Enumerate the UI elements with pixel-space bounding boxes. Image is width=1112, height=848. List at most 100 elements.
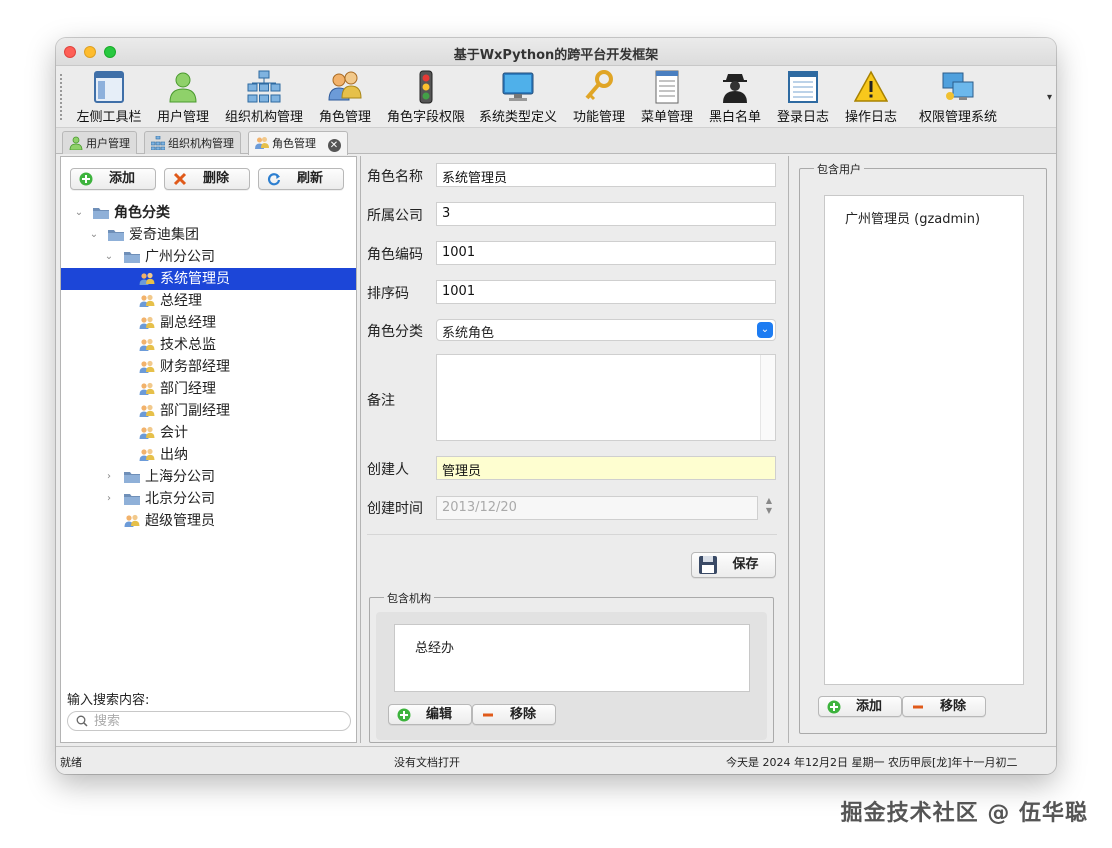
toolbar-overflow-icon[interactable]: ▾: [1047, 92, 1052, 103]
note-textarea[interactable]: [436, 354, 776, 441]
remove-org-button[interactable]: 移除: [472, 704, 556, 725]
sort-code-label: 排序码: [367, 286, 409, 302]
menu-icon: [655, 70, 679, 104]
tab-org-management[interactable]: 组织机构管理: [144, 131, 241, 154]
toolbar-grip[interactable]: [60, 74, 63, 120]
toolbar-user-management-button[interactable]: 用户管理: [152, 70, 214, 126]
log-icon: [788, 71, 818, 103]
add-user-button[interactable]: 添加: [818, 696, 902, 717]
toolbar-login-log-button[interactable]: 登录日志: [772, 70, 834, 126]
tree-node[interactable]: 出纳: [61, 444, 356, 466]
tab-user-management[interactable]: 用户管理: [62, 131, 137, 154]
creator-field[interactable]: 管理员: [436, 456, 776, 480]
edit-org-button[interactable]: 编辑: [388, 704, 472, 725]
included-orgs-inner: 总经办 编辑 移除: [376, 612, 767, 740]
search-field[interactable]: [67, 711, 351, 731]
keys-icon: [585, 70, 613, 101]
role-icon: [139, 294, 155, 307]
role-icon: [139, 272, 155, 285]
category-select[interactable]: 系统角色 ⌄: [436, 319, 776, 341]
toolbar-role-field-permission-button[interactable]: 角色字段权限: [384, 70, 468, 126]
floppy-disk-icon: [699, 556, 717, 574]
included-users-group: 包含用户 广州管理员 (gzadmin) 添加 移除: [799, 161, 1047, 734]
role-icon: [139, 316, 155, 329]
date-spinner[interactable]: ▲ ▼: [763, 496, 775, 518]
tree-node-label: 副总经理: [160, 315, 216, 331]
user-list-item[interactable]: 广州管理员 (gzadmin): [845, 208, 980, 227]
tree-node[interactable]: ⌄ 广州分公司: [61, 246, 356, 268]
company-field[interactable]: 3: [436, 202, 776, 226]
toolbar-permission-system-button[interactable]: 权限管理系统: [908, 70, 1008, 126]
included-orgs-title: 包含机构: [384, 590, 434, 606]
watermark: 掘金技术社区 @ 伍华聪: [840, 801, 1088, 826]
org-list-item[interactable]: 总经办: [415, 637, 454, 656]
role-tree-panel: 添加 删除 刷新 ⌄ 角色分类 ⌄ 爱奇迪集团 ⌄ 广州分公司 系统管理员 总经理 副总经理 技术…: [60, 156, 357, 743]
sort-code-field[interactable]: 1001: [436, 280, 776, 304]
toolbar-blacklist-button[interactable]: 黑白名单: [704, 70, 766, 126]
tree-node[interactable]: ⌄ 爱奇迪集团: [61, 224, 356, 246]
delete-button[interactable]: 删除: [164, 168, 250, 190]
included-orgs-list[interactable]: 总经办: [394, 624, 750, 692]
tree-node-label: 财务部经理: [160, 359, 230, 375]
toolbar-role-management-button[interactable]: 角色管理: [314, 70, 376, 126]
included-users-list[interactable]: 广州管理员 (gzadmin): [824, 195, 1024, 685]
add-button[interactable]: 添加: [70, 168, 156, 190]
refresh-icon: [268, 173, 281, 186]
org-chart-icon: [247, 70, 281, 103]
included-users-title: 包含用户: [814, 161, 864, 177]
company-label: 所属公司: [367, 208, 423, 224]
tree-node[interactable]: › 北京分公司: [61, 488, 356, 510]
tree-node[interactable]: 系统管理员: [61, 268, 356, 290]
tree-node-label: 广州分公司: [145, 249, 215, 265]
toolbar-left-toolbar-button[interactable]: 左侧工具栏: [72, 70, 146, 126]
category-label: 角色分类: [367, 324, 423, 340]
folder-icon: [93, 208, 109, 219]
note-label: 备注: [367, 393, 395, 409]
main-toolbar: 左侧工具栏 用户管理 组织机构管理 角色管理 角色字段权限 系统类型定义 功能管…: [56, 66, 1056, 128]
tree-node[interactable]: 会计: [61, 422, 356, 444]
tree-node-label: 爱奇迪集团: [129, 227, 199, 243]
tab-bar: 用户管理 组织机构管理 角色管理 ✕: [56, 128, 1056, 155]
role-icon: [124, 514, 140, 527]
tree-node[interactable]: 总经理: [61, 290, 356, 312]
role-code-field[interactable]: 1001: [436, 241, 776, 265]
tree-node[interactable]: 副总经理: [61, 312, 356, 334]
toolbar-operation-log-button[interactable]: 操作日志: [840, 70, 902, 126]
chevron-right-icon[interactable]: ›: [104, 488, 114, 510]
tree-node[interactable]: 技术总监: [61, 334, 356, 356]
tree-node[interactable]: 财务部经理: [61, 356, 356, 378]
folder-icon: [124, 252, 140, 263]
tab-role-management[interactable]: 角色管理 ✕: [248, 131, 348, 155]
toolbar-menu-management-button[interactable]: 菜单管理: [636, 70, 698, 126]
toolbar-system-type-button[interactable]: 系统类型定义: [476, 70, 560, 126]
minus-icon: [913, 705, 923, 709]
role-icon: [139, 382, 155, 395]
tree-node[interactable]: ⌄ 角色分类: [61, 202, 356, 224]
delete-icon: [173, 172, 187, 186]
chevron-down-icon[interactable]: ⌄: [757, 322, 773, 338]
toolbar-org-management-button[interactable]: 组织机构管理: [222, 70, 306, 126]
toolbar-function-management-button[interactable]: 功能管理: [568, 70, 630, 126]
chevron-down-icon[interactable]: ⌄: [104, 246, 114, 268]
search-input[interactable]: [94, 713, 344, 729]
role-name-field[interactable]: 系统管理员: [436, 163, 776, 187]
tree-node[interactable]: 部门经理: [61, 378, 356, 400]
role-icon: [139, 426, 155, 439]
search-icon: [76, 715, 88, 727]
chevron-right-icon[interactable]: ›: [104, 466, 114, 488]
chevron-down-icon[interactable]: ⌄: [89, 224, 99, 246]
tree-node[interactable]: › 上海分公司: [61, 466, 356, 488]
add-icon: [397, 708, 411, 722]
status-bar: 就绪 没有文档打开 今天是 2024 年12月2日 星期一 农历甲辰[龙]年十一…: [56, 746, 1056, 774]
tree-node[interactable]: 部门副经理: [61, 400, 356, 422]
refresh-button[interactable]: 刷新: [258, 168, 344, 190]
tree-node-label: 部门副经理: [160, 403, 230, 419]
save-button[interactable]: 保存: [691, 552, 776, 578]
created-time-field[interactable]: 2013/12/20: [436, 496, 758, 520]
role-form-panel: 角色名称 系统管理员 所属公司 3 角色编码 1001 排序码 1001 角色分…: [360, 156, 784, 743]
note-scrollbar[interactable]: [760, 355, 775, 440]
tree-node[interactable]: 超级管理员: [61, 510, 356, 532]
tab-close-icon[interactable]: ✕: [327, 139, 341, 152]
remove-user-button[interactable]: 移除: [902, 696, 986, 717]
chevron-down-icon[interactable]: ⌄: [74, 202, 84, 224]
